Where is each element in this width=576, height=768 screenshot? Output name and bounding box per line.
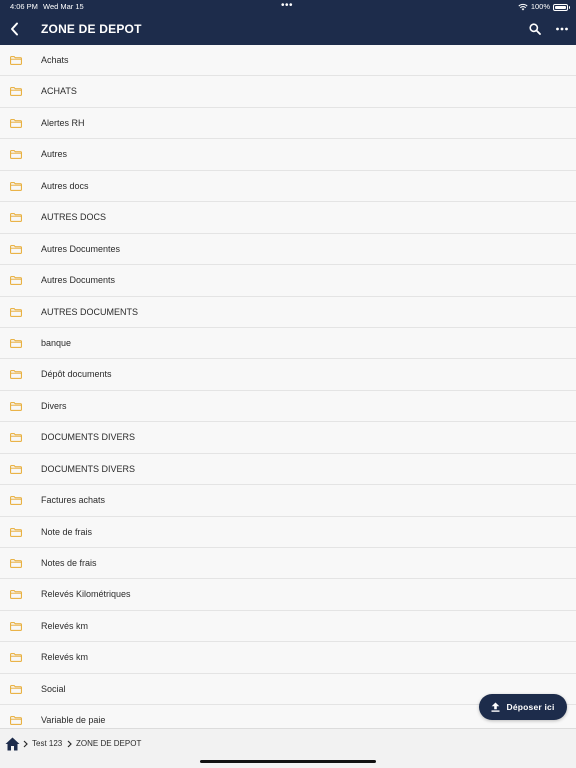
list-item[interactable]: DOCUMENTS DIVERS bbox=[0, 453, 576, 486]
folder-label: Autres bbox=[41, 149, 68, 160]
list-item[interactable]: Factures achats bbox=[0, 485, 576, 517]
folder-icon bbox=[10, 433, 22, 443]
page-title: ZONE DE DEPOT bbox=[41, 22, 142, 36]
folder-label: AUTRES DOCS bbox=[41, 212, 107, 223]
folder-icon bbox=[10, 87, 22, 97]
nav-bar: ZONE DE DEPOT bbox=[0, 14, 576, 45]
search-icon bbox=[529, 23, 541, 35]
folder-label: Alertes RH bbox=[41, 117, 85, 128]
more-options-button[interactable] bbox=[552, 20, 572, 38]
folder-label: Factures achats bbox=[41, 495, 106, 506]
folder-label: Autres Documents bbox=[41, 275, 116, 286]
upload-button[interactable]: Déposer ici bbox=[479, 694, 567, 720]
folder-icon bbox=[10, 401, 22, 411]
folder-icon bbox=[10, 559, 22, 568]
list-item[interactable]: banque bbox=[0, 327, 576, 360]
folder-icon bbox=[10, 56, 22, 65]
list-item[interactable]: Autres docs bbox=[0, 170, 576, 203]
list-item[interactable]: Divers bbox=[0, 390, 576, 423]
folder-icon bbox=[10, 716, 22, 726]
folder-label: Relevés km bbox=[41, 652, 89, 663]
folder-icon bbox=[10, 621, 22, 631]
list-item[interactable]: DOCUMENTS DIVERS bbox=[0, 422, 576, 454]
chevron-right-icon bbox=[23, 740, 28, 748]
list-item[interactable]: Relevés Kilométriques bbox=[0, 579, 576, 611]
battery-level bbox=[555, 5, 566, 9]
status-indicators: 100% bbox=[518, 0, 570, 14]
chevron-left-icon bbox=[10, 22, 18, 36]
folder-label: DOCUMENTS DIVERS bbox=[41, 432, 136, 443]
breadcrumb-item-zone-de-depot[interactable]: ZONE DE DEPOT bbox=[76, 738, 141, 750]
breadcrumb-item-test-123[interactable]: Test 123 bbox=[32, 738, 62, 750]
folder-icon bbox=[10, 653, 22, 663]
top-header: 4:06 PM Wed Mar 15 ••• 100% ZONE DE DEPO… bbox=[0, 0, 576, 45]
list-item[interactable]: Autres Documents bbox=[0, 265, 576, 297]
folder-label: Note de frais bbox=[41, 526, 93, 537]
folder-label: Social bbox=[41, 683, 66, 694]
list-item[interactable]: Dépôt documents bbox=[0, 359, 576, 391]
status-date: Wed Mar 15 bbox=[43, 2, 84, 11]
wifi-icon bbox=[518, 3, 528, 11]
status-time: 4:06 PM bbox=[10, 2, 38, 11]
home-indicator[interactable] bbox=[200, 760, 376, 763]
chevron-right-icon bbox=[67, 740, 72, 748]
folder-label: Notes de frais bbox=[41, 558, 97, 568]
folder-icon bbox=[10, 213, 22, 223]
multitask-dots[interactable]: ••• bbox=[281, 0, 293, 12]
list-item[interactable]: Note de frais bbox=[0, 516, 576, 548]
search-button[interactable] bbox=[526, 20, 544, 38]
folder-label: ACHATS bbox=[41, 86, 77, 97]
status-bar: 4:06 PM Wed Mar 15 ••• 100% bbox=[0, 0, 576, 14]
folder-label: Dépôt documents bbox=[41, 369, 112, 380]
folder-icon bbox=[10, 276, 22, 285]
folder-label: AUTRES DOCUMENTS bbox=[41, 306, 139, 317]
battery-percent: 100% bbox=[530, 2, 550, 11]
list-item[interactable]: Notes de frais bbox=[0, 548, 576, 580]
folder-icon bbox=[10, 464, 22, 474]
folder-label: DOCUMENTS DIVERS bbox=[41, 463, 136, 474]
folder-icon bbox=[10, 684, 22, 694]
folder-icon bbox=[10, 181, 22, 191]
list-item[interactable]: Alertes RH bbox=[0, 107, 576, 140]
folder-label: Achats bbox=[41, 55, 69, 65]
folder-icon bbox=[10, 150, 22, 160]
folder-label: Divers bbox=[41, 400, 67, 411]
folder-label: Relevés Kilométriques bbox=[41, 589, 131, 600]
list-item[interactable]: Relevés km bbox=[0, 642, 576, 674]
list-item[interactable]: ACHATS bbox=[0, 76, 576, 108]
folder-list: Achats ACHATS Alertes RH Autres Autres docs A… bbox=[0, 45, 576, 728]
list-item[interactable]: AUTRES DOCS bbox=[0, 202, 576, 234]
upload-label: Déposer ici bbox=[506, 702, 555, 712]
folder-icon bbox=[10, 496, 22, 506]
folder-icon bbox=[10, 527, 22, 537]
folder-icon bbox=[10, 590, 22, 600]
folder-icon bbox=[10, 307, 22, 317]
folder-icon bbox=[10, 244, 22, 254]
folder-icon bbox=[10, 339, 22, 348]
folder-icon bbox=[10, 370, 22, 380]
list-item[interactable]: Autres Documentes bbox=[0, 233, 576, 266]
list-item[interactable]: Relevés km bbox=[0, 610, 576, 643]
folder-label: Relevés km bbox=[41, 620, 89, 631]
list-item[interactable]: Autres bbox=[0, 139, 576, 171]
battery-icon bbox=[553, 3, 570, 11]
upload-icon bbox=[491, 702, 500, 712]
folder-label: Variable de paie bbox=[41, 715, 106, 726]
folder-label: banque bbox=[41, 337, 72, 348]
list-item[interactable]: Achats bbox=[0, 45, 576, 77]
folder-label: Autres docs bbox=[41, 180, 89, 191]
more-horizontal-icon bbox=[556, 27, 568, 31]
back-button[interactable] bbox=[4, 17, 24, 41]
folder-label: Autres Documentes bbox=[41, 243, 121, 254]
list-item[interactable]: AUTRES DOCUMENTS bbox=[0, 296, 576, 328]
home-icon[interactable] bbox=[5, 737, 20, 751]
folder-icon bbox=[10, 118, 22, 128]
